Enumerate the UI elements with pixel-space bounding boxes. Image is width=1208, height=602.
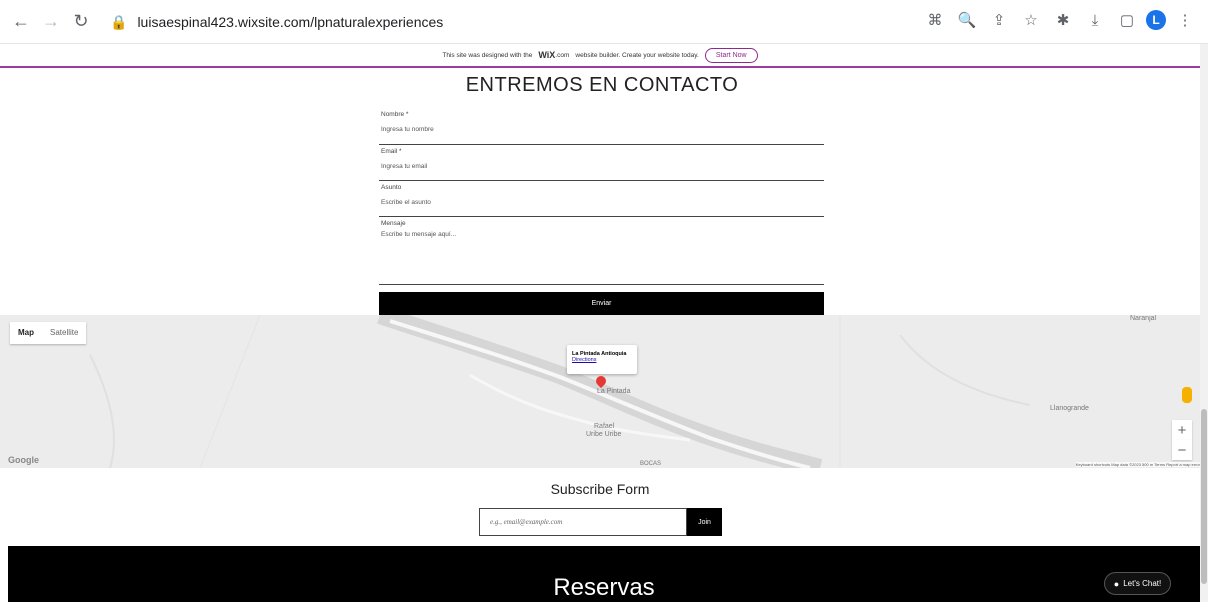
map-zoom-controls: + − xyxy=(1172,420,1192,460)
map-label: La Pintada xyxy=(597,388,631,395)
field-label: Mensaje xyxy=(381,220,406,227)
star-icon[interactable]: ☆ xyxy=(1018,7,1044,33)
start-now-button[interactable]: Start Now xyxy=(704,47,758,63)
avatar[interactable]: L xyxy=(1146,10,1166,30)
address-bar[interactable]: 🔒 luisaespinal423.wixsite.com/lpnaturale… xyxy=(110,8,910,36)
message-field[interactable]: Mensaje Escribe tu mensaje aquí... xyxy=(379,217,824,285)
wix-logo: WiX xyxy=(538,50,556,60)
map-label: Uribe Uribe xyxy=(586,431,622,438)
back-arrow-icon[interactable]: ← xyxy=(6,7,36,37)
scrollbar[interactable] xyxy=(1200,44,1208,602)
wix-logo-suffix: .com xyxy=(555,51,570,59)
message-input[interactable]: Escribe tu mensaje aquí... xyxy=(379,227,824,238)
field-label: Nombre * xyxy=(381,111,409,118)
map-type-satellite[interactable]: Satellite xyxy=(42,322,86,344)
map-label: Naranjal xyxy=(1130,315,1157,322)
translate-icon[interactable]: ⌘ xyxy=(922,7,948,33)
url-text[interactable]: luisaespinal423.wixsite.com/lpnaturalexp… xyxy=(137,14,443,30)
pegman-icon[interactable] xyxy=(1182,387,1192,403)
lock-icon[interactable]: 🔒 xyxy=(110,14,127,31)
extensions-icon[interactable]: ✱ xyxy=(1050,7,1076,33)
sidepanel-icon[interactable]: ▢ xyxy=(1114,7,1140,33)
submit-button[interactable]: Enviar xyxy=(379,292,824,315)
directions-link[interactable]: Directions xyxy=(572,357,632,363)
email-field[interactable]: Email * Ingresa tu email xyxy=(379,145,824,181)
chat-bubble-icon: ● xyxy=(1113,578,1120,589)
download-icon[interactable]: ⤓ xyxy=(1082,7,1108,33)
map-label: BOCAS xyxy=(640,461,662,467)
subject-field[interactable]: Asunto Escribe el asunto xyxy=(379,181,824,217)
reservas-section: Reservas ● Let's Chat! xyxy=(8,546,1200,602)
reload-icon[interactable]: ↻ xyxy=(66,7,96,37)
wix-banner-text: This site was designed with the xyxy=(442,51,533,59)
scrollbar-thumb[interactable] xyxy=(1201,409,1207,584)
zoom-icon[interactable]: 🔍 xyxy=(954,7,980,33)
subscribe-title: Subscribe Form xyxy=(550,481,650,497)
zoom-in-button[interactable]: + xyxy=(1172,420,1192,440)
chat-button-label: Let's Chat! xyxy=(1123,579,1162,588)
email-input[interactable]: Ingresa tu email xyxy=(379,155,824,170)
map-label: Llanogrande xyxy=(1050,405,1089,412)
name-field[interactable]: Nombre * Ingresa tu nombre xyxy=(379,108,824,145)
map-type-map[interactable]: Map xyxy=(10,322,42,344)
map-attribution: Keyboard shortcuts Map data ©2023 500 m … xyxy=(1075,462,1200,467)
wix-banner: This site was designed with the WiX .com … xyxy=(0,44,1200,68)
name-input[interactable]: Ingresa tu nombre xyxy=(379,118,824,133)
map-info-popup: La Pintada Antioquia Directions xyxy=(567,345,637,374)
google-logo: Google xyxy=(8,455,39,465)
chat-button[interactable]: ● Let's Chat! xyxy=(1104,572,1171,595)
field-label: Email * xyxy=(381,148,402,155)
map-type-control[interactable]: Map Satellite xyxy=(10,322,87,344)
subscribe-email-input[interactable]: e.g., email@example.com xyxy=(479,508,687,536)
wix-banner-text-2: website builder. Create your website tod… xyxy=(575,51,699,59)
browser-toolbar: ← → ↻ 🔒 luisaespinal423.wixsite.com/lpna… xyxy=(0,0,1208,44)
menu-icon[interactable]: ⋮ xyxy=(1172,7,1198,33)
map-label: Rafael xyxy=(594,423,615,430)
contact-title: ENTREMOS EN CONTACTO xyxy=(465,74,739,96)
field-label: Asunto xyxy=(381,184,402,191)
zoom-out-button[interactable]: − xyxy=(1172,440,1192,460)
map[interactable]: Map Satellite La Pintada Antioquia Direc… xyxy=(0,315,1200,468)
forward-arrow-icon[interactable]: → xyxy=(36,7,66,37)
share-icon[interactable]: ⇪ xyxy=(986,7,1012,33)
reservas-title: Reservas xyxy=(553,574,655,601)
subject-input[interactable]: Escribe el asunto xyxy=(379,191,824,206)
join-button[interactable]: Join xyxy=(687,508,722,536)
